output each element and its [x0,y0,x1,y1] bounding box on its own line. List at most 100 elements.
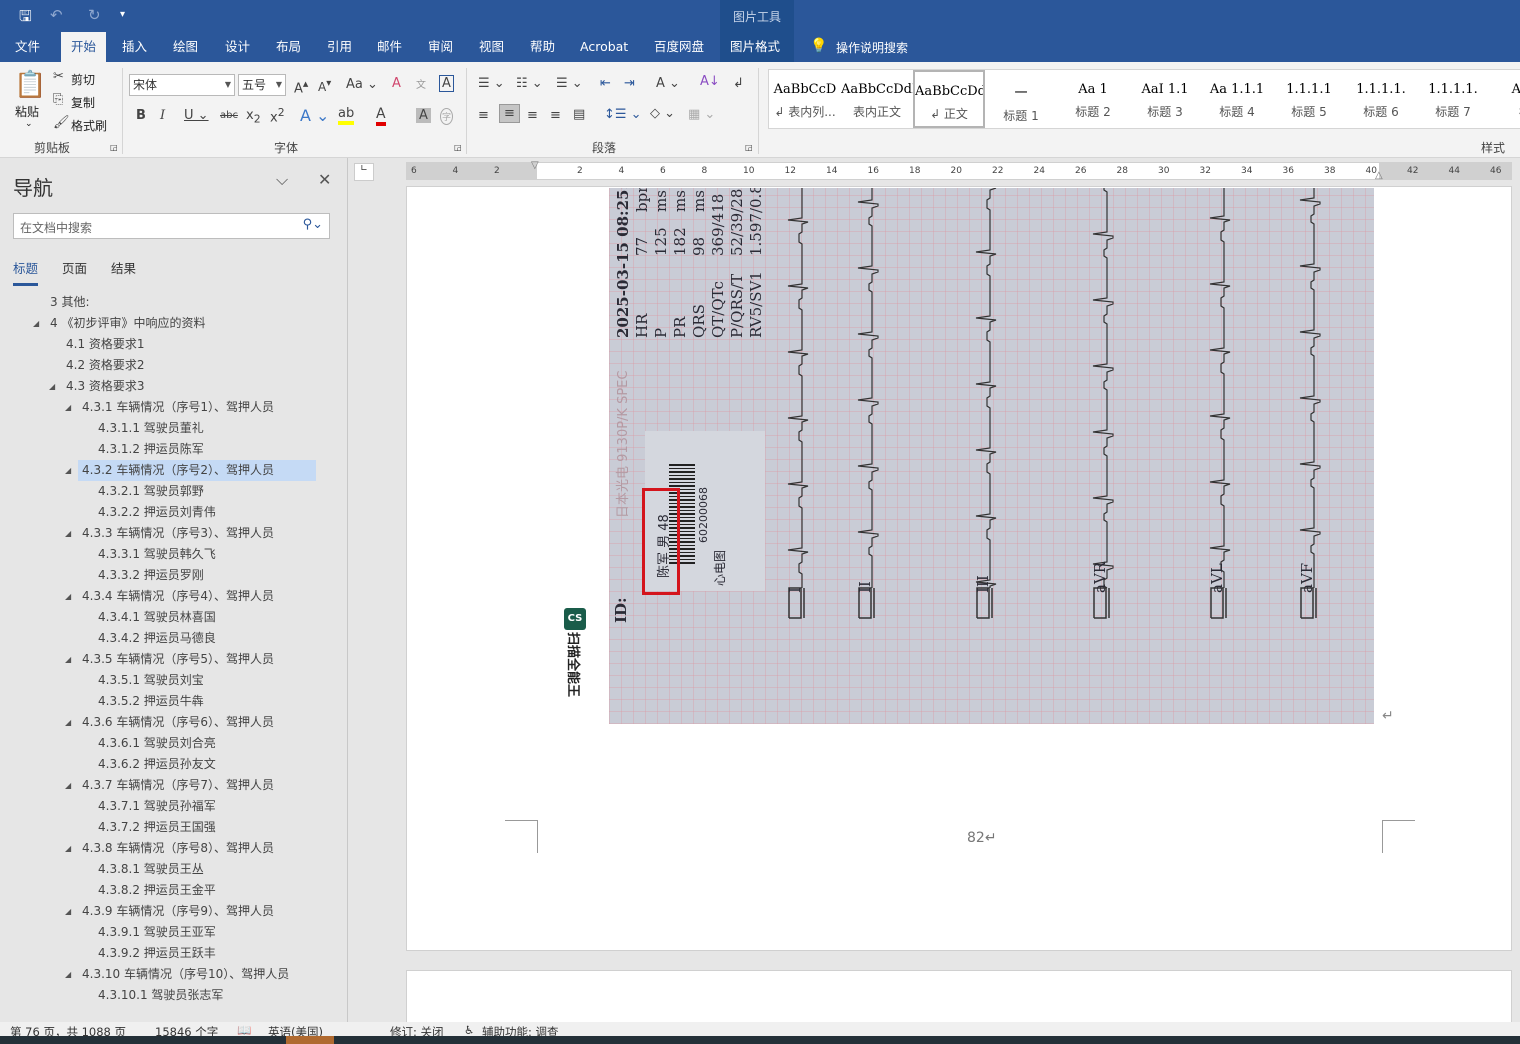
justify-icon[interactable]: ≡ [550,108,561,123]
nav-heading-item[interactable]: 4.3.2.2 押运员刘青伟 [0,502,320,523]
collapse-triangle-icon[interactable]: ◢ [49,376,55,397]
font-color-icon[interactable]: A [376,106,386,126]
nav-heading-item[interactable]: ◢ 4.3.7 车辆情况（序号7）、驾押人员 [0,775,320,796]
superscript-icon[interactable]: x2 [270,106,285,125]
increase-indent-icon[interactable]: ⇥ [624,76,635,91]
bullets-icon[interactable]: ☰ ⌄ [478,76,505,91]
collapse-triangle-icon[interactable]: ◢ [33,313,39,334]
nav-options-chevron-icon[interactable]: ⌵ [276,170,288,190]
right-indent-marker[interactable]: △ [1375,170,1383,181]
phonetic-guide-icon[interactable]: 文 [416,76,426,91]
tab-0[interactable]: 文件 [5,32,50,62]
style-item[interactable]: 1.1.1.1. 标题 7 [1417,70,1489,128]
nav-heading-item[interactable]: ◢ 4.3.6 车辆情况（序号6）、驾押人员 [0,712,320,733]
collapse-triangle-icon[interactable]: ◢ [65,901,71,922]
subscript-icon[interactable]: x2 [246,108,261,126]
nav-heading-item[interactable]: ◢ 4.3.1 车辆情况（序号1）、驾押人员 [0,397,320,418]
nav-heading-item[interactable]: ◢ 4.3.4 车辆情况（序号4）、驾押人员 [0,586,320,607]
style-item[interactable]: AaI 1.1 标题 3 [1129,70,1201,128]
tab-12[interactable]: 百度网盘 [644,32,714,62]
nav-heading-item[interactable]: 4.3.5.2 押运员牛犇 [0,691,320,712]
dialog-launcher-icon[interactable]: ◲ [110,143,118,152]
close-icon[interactable]: ✕ [318,170,331,189]
style-item[interactable]: 1.1.1.1. 标题 6 [1345,70,1417,128]
align-left-icon[interactable]: ≡ [478,108,489,123]
first-line-indent-marker[interactable]: ▽ [531,160,539,171]
style-item[interactable]: AaB 标 [1489,70,1520,128]
nav-heading-item[interactable]: 4.3.10.1 驾驶员张志军 [0,985,320,1006]
decrease-indent-icon[interactable]: ⇤ [600,76,611,91]
customize-qat-icon[interactable]: ▾ [120,9,125,20]
collapse-triangle-icon[interactable]: ◢ [65,838,71,859]
tab-11[interactable]: Acrobat [570,32,638,62]
nav-heading-item[interactable]: ◢ 4.3.8 车辆情况（序号8）、驾押人员 [0,838,320,859]
collapse-triangle-icon[interactable]: ◢ [65,460,71,481]
font-name-select[interactable]: 宋体 ▼ [129,74,235,96]
document-page-next[interactable] [406,970,1512,1030]
style-item[interactable]: AaBbCcDdI ↲ 正文 [913,70,985,128]
tab-4[interactable]: 设计 [215,32,260,62]
nav-heading-item[interactable]: ◢ 4.3.9 车辆情况（序号9）、驾押人员 [0,901,320,922]
grow-font-icon[interactable]: A▴ [294,77,308,96]
nav-heading-item[interactable]: 4.1 资格要求1 [0,334,320,355]
change-case-icon[interactable]: Aa ⌄ [346,77,378,92]
italic-icon[interactable]: I [160,108,165,123]
nav-heading-item[interactable]: 4.3.6.2 押运员孙友文 [0,754,320,775]
undo-icon[interactable]: ↶ [50,6,63,24]
nav-heading-item[interactable]: ◢ 4.3.10 车辆情况（序号10）、驾押人员 [0,964,320,985]
collapse-triangle-icon[interactable]: ◢ [65,523,71,544]
style-item[interactable]: 一标题 1 [985,70,1057,128]
dialog-launcher-icon[interactable]: ◲ [745,143,753,152]
clear-formatting-icon[interactable]: A [392,76,401,91]
line-spacing-icon[interactable]: ↕☰ ⌄ [604,107,642,122]
tab-headings[interactable]: 标题 [13,258,39,286]
horizontal-ruler[interactable]: 6 4 2 2 4 6 8 10 12 14 16 18 20 22 24 26 28 30 32 34 36 38 40 4… [406,162,1512,180]
tab-8[interactable]: 审阅 [418,32,463,62]
nav-heading-item[interactable]: 4.3.6.1 驾驶员刘合亮 [0,733,320,754]
style-item[interactable]: Aa 1 标题 2 [1057,70,1129,128]
font-size-select[interactable]: 五号 ▼ [238,74,286,96]
collapse-triangle-icon[interactable]: ◢ [65,712,71,733]
nav-heading-item[interactable]: 4.3.3.2 押运员罗刚 [0,565,320,586]
distributed-icon[interactable]: ▤ [573,107,585,122]
nav-heading-item[interactable]: ◢ 4.3.3 车辆情况（序号3）、驾押人员 [0,523,320,544]
tab-5[interactable]: 布局 [266,32,311,62]
numbering-icon[interactable]: ☷ ⌄ [516,76,543,91]
tab-10[interactable]: 帮助 [520,32,565,62]
style-item[interactable]: Aa 1.1.1 标题 4 [1201,70,1273,128]
redo-icon[interactable]: ↻ [88,6,101,24]
highlight-icon[interactable]: ab [338,106,355,125]
text-effects-icon[interactable]: A ⌄ [300,106,329,125]
collapse-triangle-icon[interactable]: ◢ [65,775,71,796]
character-shading-icon[interactable]: A [416,108,431,123]
nav-heading-item[interactable]: 4.3.4.1 驾驶员林喜国 [0,607,320,628]
tab-13[interactable]: 图片格式 [720,32,790,62]
nav-heading-item[interactable]: 4.3.9.2 押运员王跃丰 [0,943,320,964]
format-painter-button[interactable]: 格式刷 [71,117,107,134]
nav-heading-item[interactable]: 4.3.1.2 押运员陈军 [0,439,320,460]
cut-button[interactable]: 剪切 [71,71,95,88]
nav-heading-item[interactable]: 4.3.9.1 驾驶员王亚军 [0,922,320,943]
nav-heading-item[interactable]: 4.3.2.1 驾驶员郭野 [0,481,320,502]
tab-7[interactable]: 邮件 [367,32,412,62]
paste-button[interactable]: 粘贴 [15,103,39,120]
tell-me-search[interactable]: 操作说明搜索 [836,39,908,56]
collapse-triangle-icon[interactable]: ◢ [65,964,71,985]
borders-icon[interactable]: ▦ ⌄ [688,107,715,122]
tab-9[interactable]: 视图 [469,32,514,62]
tab-6[interactable]: 引用 [317,32,362,62]
nav-heading-item[interactable]: 4.3.4.2 押运员马德良 [0,628,320,649]
show-marks-icon[interactable]: ↲ [733,76,744,91]
enclose-characters-icon[interactable]: 字 [440,108,454,125]
nav-heading-item[interactable]: ◢ 4.3.5 车辆情况（序号5）、驾押人员 [0,649,320,670]
proofing-icon[interactable]: 📖 [237,1023,251,1037]
paste-icon[interactable]: 📋 [14,70,46,100]
nav-heading-item[interactable]: 4.3.8.1 驾驶员王丛 [0,859,320,880]
tab-1[interactable]: 开始 [61,32,107,62]
search-icon[interactable]: ⚲⌄ [303,217,323,232]
chinese-layout-icon[interactable]: A ⌄ [656,76,680,91]
nav-search-input[interactable]: 在文档中搜索 ⚲⌄ [13,213,330,239]
tab-2[interactable]: 插入 [112,32,157,62]
nav-heading-item[interactable]: ◢ 4.3.2 车辆情况（序号2）、驾押人员 [0,460,320,481]
tab-results[interactable]: 结果 [111,258,136,277]
